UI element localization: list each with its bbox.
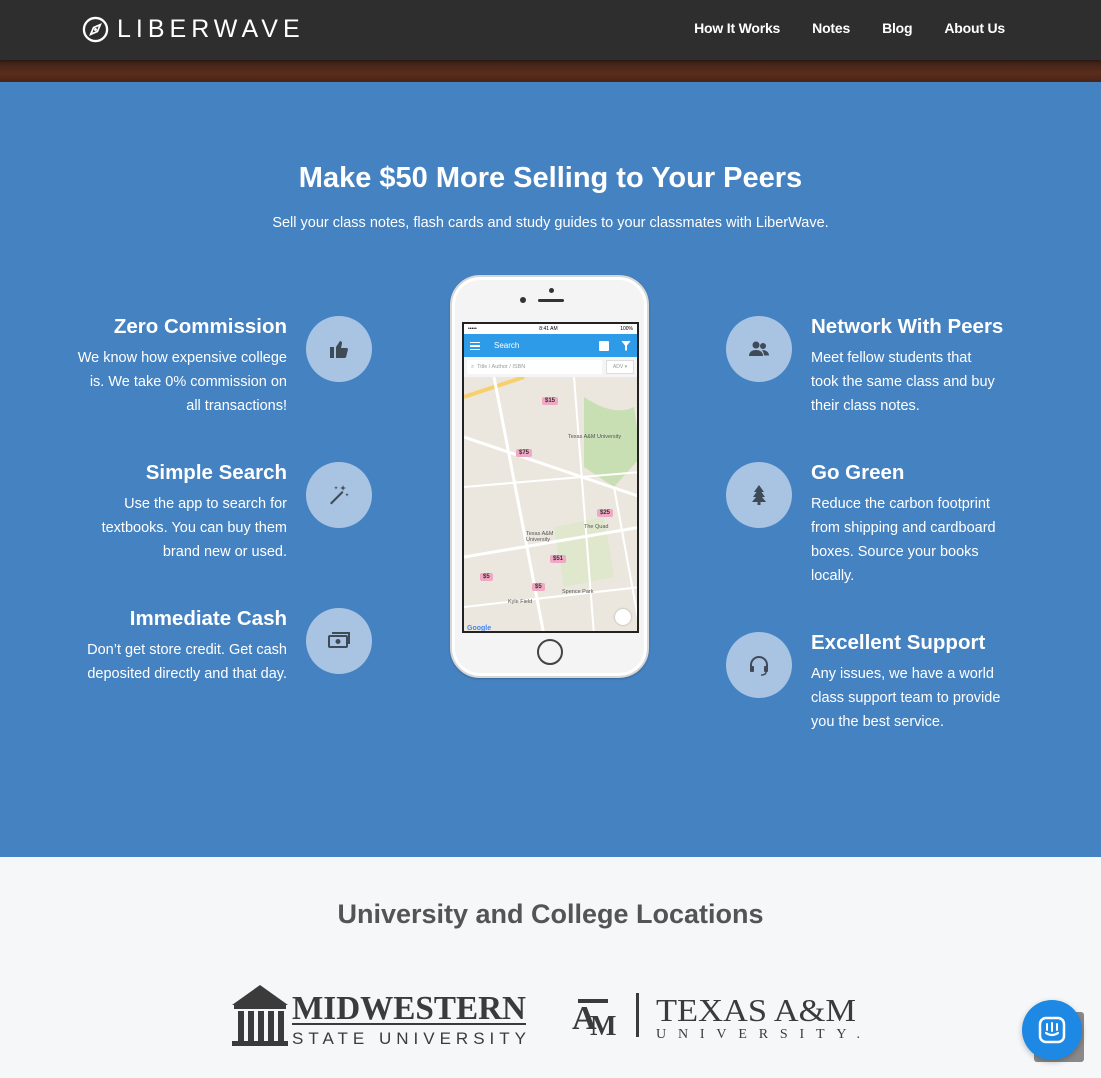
chat-icon (1038, 1016, 1066, 1044)
filter-icon (621, 340, 631, 351)
locations-title: University and College Locations (337, 899, 764, 929)
svg-text:M: M (590, 1011, 616, 1041)
svg-text:MIDWESTERN: MIDWESTERN (292, 990, 526, 1027)
map-label: Texas A&M University (568, 434, 622, 440)
feature-desc: Reduce the carbon footprint from shippin… (811, 496, 996, 584)
list-icon (599, 340, 609, 351)
google-logo: Google (467, 625, 492, 632)
feature-title: Immediate Cash (129, 607, 287, 630)
magic-wand-icon (306, 462, 372, 528)
top-navbar: LIBERWAVE How It Works Notes Blog About … (0, 0, 1101, 60)
feature-network-with-peers: Network With Peers Meet fellow students … (811, 314, 1101, 418)
feature-title: Excellent Support (811, 631, 986, 654)
phone-camera (549, 288, 554, 293)
feature-go-green: Go Green Reduce the carbon footprint fro… (811, 460, 1101, 588)
price-pin: $51 (550, 555, 567, 563)
users-icon (726, 316, 792, 382)
tree-icon (726, 462, 792, 528)
features-section: Make $50 More Selling to Your Peers Sell… (0, 82, 1101, 857)
price-pin: $15 (542, 397, 559, 405)
midwestern-state-logo[interactable]: MIDWESTERN STATE UNIVERSITY (230, 983, 530, 1049)
phone-screen: ••••• 8:41 AM 100% Search ⌕ Title / Auth… (462, 322, 639, 633)
app-search-input: ⌕ Title / Author / ISBN (467, 360, 602, 374)
status-signal: ••••• (468, 326, 477, 332)
search-placeholder: Title / Author / ISBN (477, 364, 526, 370)
map-streets (464, 377, 637, 631)
map-label: The Quad (584, 524, 609, 530)
money-icon (306, 608, 372, 674)
feature-title: Network With Peers (811, 315, 1004, 338)
phone-sensor (520, 297, 526, 303)
feature-excellent-support: Excellent Support Any issues, we have a … (811, 630, 1101, 734)
thumbs-up-icon (306, 316, 372, 382)
chat-launcher-button[interactable] (1022, 1000, 1082, 1060)
feature-title: Zero Commission (113, 315, 287, 338)
status-time: 8:41 AM (539, 326, 558, 332)
map-label: Kyle Field (508, 599, 533, 605)
status-battery: 100% (620, 326, 633, 332)
phone-status-bar: ••••• 8:41 AM 100% (464, 324, 637, 334)
nav-link-about-us[interactable]: About Us (944, 20, 1005, 36)
nav-link-blog[interactable]: Blog (882, 20, 913, 36)
map-label: Texas A&M University (526, 531, 554, 543)
feature-simple-search: Simple Search Use the app to search for … (0, 460, 287, 564)
svg-text:STATE UNIVERSITY: STATE UNIVERSITY (292, 1029, 526, 1048)
phone-mockup: ••••• 8:41 AM 100% Search ⌕ Title / Auth… (450, 275, 649, 678)
price-pin: $75 (516, 449, 533, 457)
hero-image-edge (0, 60, 1101, 82)
phone-home-button (537, 639, 563, 665)
app-search-row: ⌕ Title / Author / ISBN ADV ▾ (464, 357, 637, 377)
app-toolbar: Search (464, 334, 637, 357)
feature-desc: Don’t get store credit. Get cash deposit… (87, 642, 287, 682)
svg-text:TEXAS A&M: TEXAS A&M (656, 992, 856, 1028)
price-pin: $5 (532, 583, 545, 591)
adv-dropdown: ADV ▾ (606, 360, 634, 374)
app-title: Search (494, 341, 520, 350)
feature-desc: We know how expensive college is. We tak… (77, 350, 287, 414)
feature-title: Simple Search (145, 461, 287, 484)
features-subtitle: Sell your class notes, flash cards and s… (272, 215, 829, 231)
texas-am-logo[interactable]: A M TEXAS A&M UNIVERSITY. (570, 991, 870, 1042)
nav-link-notes[interactable]: Notes (812, 20, 850, 36)
svg-text:UNIVERSITY.: UNIVERSITY. (656, 1027, 860, 1041)
brand-logo[interactable]: LIBERWAVE (82, 14, 305, 44)
headset-icon (726, 632, 792, 698)
search-icon: ⌕ (471, 363, 475, 370)
map-label: Spence Park (562, 589, 594, 595)
app-map: $15 $75 $25 $51 $5 $5 Texas A&M Universi… (464, 377, 637, 632)
price-pin: $25 (597, 509, 614, 517)
phone-speaker (538, 299, 564, 302)
feature-desc: Any issues, we have a world class suppor… (811, 666, 1001, 730)
features-title: Make $50 More Selling to Your Peers (298, 162, 803, 194)
feature-desc: Meet fellow students that took the same … (811, 350, 995, 414)
compass-icon (82, 16, 109, 42)
locate-icon (615, 609, 631, 625)
feature-desc: Use the app to search for textbooks. You… (101, 496, 287, 560)
midwestern-building-icon: MIDWESTERN STATE UNIVERSITY (232, 985, 526, 1048)
feature-immediate-cash: Immediate Cash Don’t get store credit. G… (0, 606, 287, 686)
menu-icon (470, 341, 480, 350)
feature-zero-commission: Zero Commission We know how expensive co… (0, 314, 287, 418)
nav-link-how-it-works[interactable]: How It Works (694, 20, 780, 36)
feature-title: Go Green (811, 461, 905, 484)
price-pin: $5 (480, 573, 493, 581)
brand-name: LIBERWAVE (117, 14, 305, 43)
nav-links: How It Works Notes Blog About Us (694, 0, 1005, 56)
locations-section: University and College Locations MIDWEST… (0, 857, 1101, 1078)
tamu-mark-icon: A M TEXAS A&M UNIVERSITY. (572, 992, 860, 1042)
